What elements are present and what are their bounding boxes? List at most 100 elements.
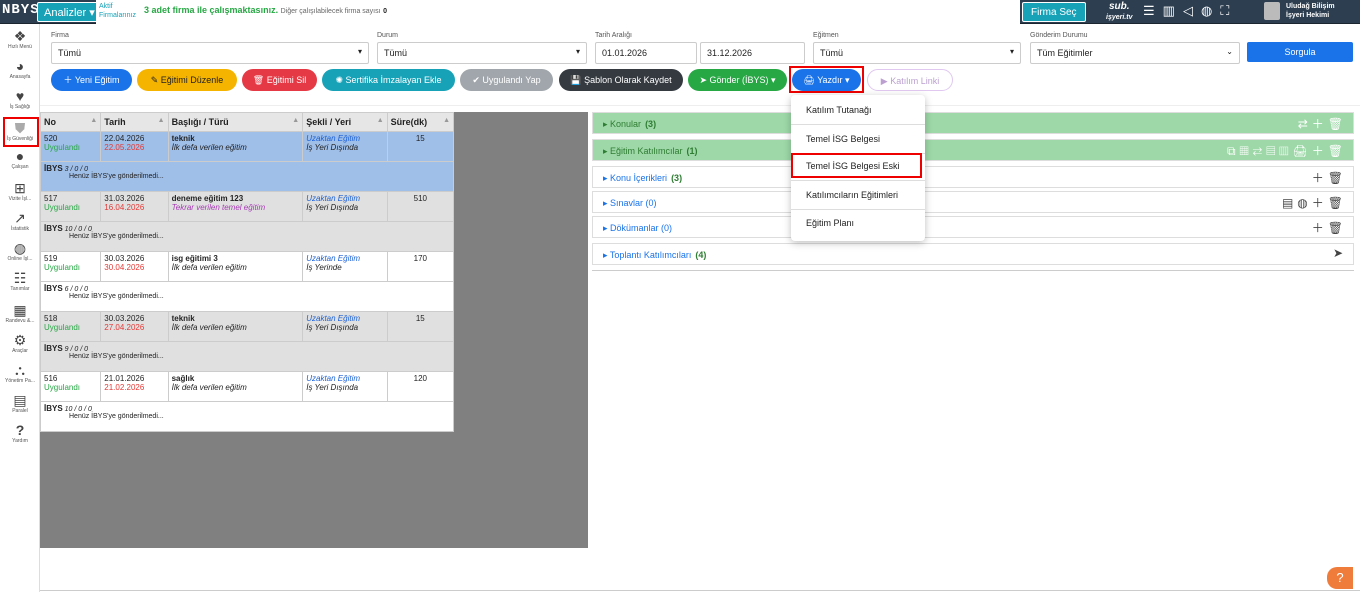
ibys-message: Henüz İBYS'ye gönderilmedi... — [69, 233, 164, 240]
gonderim-label: Gönderim Durumu — [1030, 32, 1088, 39]
menu-item-temel-isg-belgesi[interactable]: Temel İSG Belgesi — [791, 134, 925, 144]
sidebar-item-online[interactable]: ◍ Online İşl... — [0, 240, 40, 262]
user-name-line1: Uludağ Bilişim — [1286, 3, 1335, 10]
gonder-ibys-button[interactable]: ➤ Gönder (İBYS) ▾ — [688, 69, 787, 91]
egitim-table: No ▲ Tarih ▲ Başlığı / Türü ▲ Şekli / Ye… — [39, 112, 455, 432]
pie-chart-icon: ◕ — [15, 58, 25, 74]
firma-select[interactable]: Tümü ▾ — [51, 42, 369, 64]
divider — [791, 180, 925, 181]
panel-toplanti-katilimcilari[interactable]: ▸ Toplantı Katılımcıları (4) ➤ — [592, 243, 1354, 265]
uygulandi-yap-button[interactable]: ✔ Uygulandı Yap — [460, 69, 553, 91]
ibys-label: İBYS — [44, 164, 63, 173]
table-row[interactable]: 517 Uygulandı 31.03.2026 16.04.2026 deneme… — [39, 191, 455, 222]
send-icon[interactable]: ➤ — [1333, 246, 1347, 260]
row-type: İlk defa verilen eğitim — [171, 383, 247, 392]
line-chart-icon: ↗ — [14, 210, 26, 226]
sidebar-item-randevu[interactable]: ▦ Randevu &... — [0, 302, 40, 324]
checklist-icon[interactable]: ☰ — [1143, 3, 1155, 19]
sorgula-button[interactable]: Sorgula — [1247, 42, 1353, 62]
caret-down-icon: ▾ — [1009, 47, 1014, 56]
firma-sec-button[interactable]: Firma Seç — [1022, 2, 1086, 22]
sidebar-item-is-sagligi[interactable]: ♥ İş Sağlığı — [0, 88, 40, 110]
row-date-start: 22.04.2026 — [104, 134, 145, 143]
menu-item-katilimcilarin-egitimleri[interactable]: Katılımcıların Eğitimleri — [791, 190, 925, 200]
egitimi-duzenle-button[interactable]: ✎ Eğitimi Düzenle — [137, 69, 237, 91]
menu-item-katilim-tutanagi[interactable]: Katılım Tutanağı — [791, 105, 925, 115]
panel-konu-icerikleri-count: (3) — [671, 173, 683, 183]
sidebar-item-tanimlar[interactable]: ☷ Tanımlar — [0, 270, 40, 292]
col-tarih[interactable]: Tarih ▲ — [100, 112, 169, 132]
row-no: 516 — [44, 374, 58, 383]
menu-item-egitim-plani[interactable]: Eğitim Planı — [791, 218, 925, 228]
sidebar-item-yardim[interactable]: ? Yardım — [0, 422, 40, 444]
sidebar-item-calisan[interactable]: ● Çalışan — [0, 148, 40, 170]
col-sure[interactable]: Süre(dk) ▲ — [386, 112, 455, 132]
durum-select[interactable]: Tümü ▾ — [377, 42, 587, 64]
col-sekli[interactable]: Şekli / Yeri ▲ — [302, 112, 388, 132]
globe-icon[interactable]: ◍ — [1201, 3, 1212, 19]
analizler-dropdown-button[interactable]: Analizler ▾ — [37, 2, 102, 22]
panel-sinavlar[interactable]: ▸ Sınavlar (0) ▤◍＋🗑 — [592, 191, 1354, 213]
col-basligi[interactable]: Başlığı / Türü ▲ — [167, 112, 304, 132]
sidebar-label: Çalışan — [11, 164, 29, 170]
divider — [791, 209, 925, 210]
user-avatar[interactable] — [1264, 2, 1280, 20]
panel-konular[interactable]: ▸ Konular (3) ⇄＋🗑 — [592, 112, 1354, 134]
panel-konu-icerikleri[interactable]: ▸ Konu İçerikleri (3) ＋🗑 — [592, 166, 1354, 188]
row-sure: 15 — [415, 314, 425, 323]
sidebar-item-yonetim[interactable]: ⛬ Yönetim Pa... — [0, 362, 40, 384]
row-status: Uygulandı — [44, 323, 81, 332]
sidebar-item-anasayfa[interactable]: ◕ Anasayfa — [0, 58, 40, 80]
egitimi-sil-button[interactable]: 🗑 Eğitimi Sil — [242, 69, 317, 91]
katilim-linki-button[interactable]: ▶ Katılım Linki — [867, 69, 953, 91]
col-no-label: No — [44, 117, 56, 127]
date-end-input[interactable]: 31.12.2026 — [700, 42, 805, 64]
row-date-start: 21.01.2026 — [104, 374, 145, 383]
table-row[interactable]: 518 Uygulandı 30.03.2026 27.04.2026 teknik… — [39, 311, 455, 342]
panel-egitim-katilimcilar[interactable]: ▸ Eğitim Katılımcılar (1) ⧉▦⇄▤▥🖨＋🗑 — [592, 139, 1354, 161]
ibys-counts: 10 / 0 / 0 — [64, 406, 92, 413]
sablon-kaydet-label: Şablon Olarak Kaydet — [584, 75, 672, 85]
sitemap-icon: ⛬ — [15, 362, 25, 378]
date-start-input[interactable]: 01.01.2026 — [595, 42, 697, 64]
panel-konular-actions[interactable]: ⇄＋🗑 — [1298, 115, 1347, 132]
panel-konu-icerikleri-actions[interactable]: ＋🗑 — [1312, 169, 1347, 186]
sidebar-item-istatistik[interactable]: ↗ İstatistik — [0, 210, 40, 232]
panel-dokumanlar[interactable]: ▸ Dökümanlar (0) ＋🗑 — [592, 216, 1354, 238]
sablon-olarak-kaydet-button[interactable]: 💾 Şablon Olarak Kaydet — [559, 69, 683, 91]
fullscreen-icon[interactable]: ⛶ — [1220, 3, 1229, 19]
top-icons: ☰ ▥ ◁ ◍ ⛶ — [1143, 3, 1229, 19]
row-yer: İş Yeri Dışında — [306, 203, 359, 212]
sidebar-item-paralel[interactable]: ▤ Paralel — [0, 392, 40, 414]
firma-label: Firma — [51, 32, 69, 39]
egitmen-select[interactable]: Tümü ▾ — [813, 42, 1021, 64]
table-row[interactable]: 516 Uygulandı 21.01.2026 21.02.2026 sağlık… — [39, 371, 455, 402]
sidebar-item-vizite[interactable]: ⊞ Vizite İşl... — [0, 180, 40, 202]
egitimi-duzenle-label: Eğitimi Düzenle — [160, 75, 224, 85]
megaphone-icon[interactable]: ◁ — [1183, 3, 1193, 19]
table-row[interactable]: 519 Uygulandı 30.03.2026 30.04.2026 isg eğ… — [39, 251, 455, 282]
row-sure: 120 — [413, 374, 427, 383]
caret-down-icon: ▾ — [575, 47, 580, 56]
gonderim-select[interactable]: Tüm Eğitimler ⌄ — [1030, 42, 1240, 64]
panel-katilimcilar-actions[interactable]: ⧉▦⇄▤▥🖨＋🗑 — [1227, 142, 1347, 159]
col-no[interactable]: No ▲ — [39, 112, 102, 132]
sertifika-imzalayan-ekle-button[interactable]: ✺ Sertifika İmzalayan Ekle — [322, 69, 455, 91]
panel-dokumanlar-actions[interactable]: ＋🗑 — [1312, 219, 1347, 236]
yeni-egitim-button[interactable]: ＋ Yeni Eğitim — [51, 69, 132, 91]
sidebar-item-hizli-menu[interactable]: ❖ Hızlı Menü — [0, 28, 40, 50]
table-row-ibys: İBYS 3 / 0 / 0 Henüz İBYS'ye gönderilmedi… — [40, 161, 454, 192]
col-basligi-label: Başlığı / Türü — [171, 117, 229, 127]
chart-icon[interactable]: ▥ — [1163, 3, 1175, 19]
user-name[interactable]: Uludağ Bilişim İşyeri Hekimi — [1286, 2, 1335, 20]
panel-sinavlar-actions[interactable]: ▤◍＋🗑 — [1282, 194, 1347, 211]
col-sure-label: Süre(dk) — [390, 117, 428, 127]
cubes-icon: ❖ — [13, 28, 27, 44]
chevron-down-icon: ⌄ — [1226, 47, 1233, 56]
table-row[interactable]: 520 Uygulandı 22.04.2026 22.05.2026 teknik… — [39, 131, 455, 162]
sidebar-label: Hızlı Menü — [8, 44, 32, 50]
sub-logo-line2: işyeri.tv — [1106, 14, 1133, 21]
sidebar-item-araclar[interactable]: ⚙ Araçlar — [0, 332, 40, 354]
sidebar-label: Tanımlar — [10, 286, 30, 292]
help-button[interactable]: ? — [1327, 567, 1353, 589]
